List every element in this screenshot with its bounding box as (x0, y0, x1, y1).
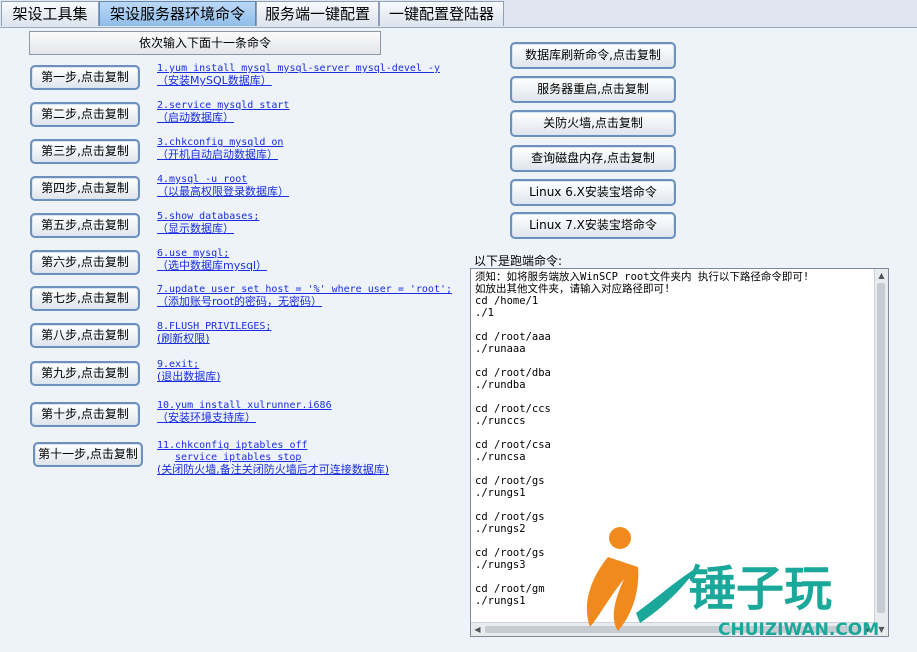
step-4-copy-button[interactable]: 第四步,点击复制 (30, 176, 140, 201)
disk-memory-copy-button[interactable]: 查询磁盘内存,点击复制 (510, 145, 676, 172)
output-label: 以下是跑端命令: (474, 254, 563, 268)
step-3-copy-button[interactable]: 第三步,点击复制 (30, 139, 140, 164)
scroll-thumb[interactable] (877, 283, 885, 613)
step-5-copy-button[interactable]: 第五步,点击复制 (30, 213, 140, 238)
step-3-command[interactable]: 3.chkconfig mysqld on （开机自动启动数据库） (157, 137, 283, 161)
step-8-command[interactable]: 8.FLUSH PRIVILEGES; (刷新权限) (157, 321, 271, 345)
output-textbox[interactable]: 须知：如将服务端放入WinSCP root文件夹内 执行以下路径命令即可! 如放… (470, 268, 889, 637)
scroll-down-icon[interactable]: ▼ (875, 623, 888, 636)
step-command-description[interactable]: （安装环境支持库） (157, 412, 332, 424)
step-8-copy-button[interactable]: 第八步,点击复制 (30, 323, 140, 348)
step-2-command[interactable]: 2.service mysqld start （启动数据库） (157, 100, 289, 124)
step-2-copy-button[interactable]: 第二步,点击复制 (30, 102, 140, 127)
vertical-scrollbar[interactable]: ▲ ▼ (874, 269, 888, 636)
firewall-off-copy-button[interactable]: 关防火墙,点击复制 (510, 110, 676, 137)
step-command-description[interactable]: (刷新权限) (157, 333, 271, 345)
step-11-copy-button[interactable]: 第十一步,点击复制 (33, 442, 143, 467)
step-command-description[interactable]: （选中数据库mysql） (157, 260, 267, 272)
step-9-copy-button[interactable]: 第九步,点击复制 (30, 361, 140, 386)
step-command-description[interactable]: （显示数据库） (157, 223, 259, 235)
horizontal-scrollbar[interactable]: ◀ ▶ (471, 622, 875, 636)
step-7-copy-button[interactable]: 第七步,点击复制 (30, 286, 140, 311)
scroll-up-icon[interactable]: ▲ (875, 269, 888, 282)
step-command-description[interactable]: (关闭防火墙,备注关闭防火墙后才可连接数据库) (157, 464, 389, 476)
step-11-command[interactable]: 11.chkconfig iptables off service iptable… (157, 440, 389, 476)
step-5-command[interactable]: 5.show databases; （显示数据库） (157, 211, 259, 235)
output-text: 须知：如将服务端放入WinSCP root文件夹内 执行以下路径命令即可! 如放… (475, 271, 810, 607)
scroll-right-icon[interactable]: ▶ (862, 623, 875, 636)
step-command-description[interactable]: （以最高权限登录数据库） (157, 186, 289, 198)
hscroll-thumb[interactable] (485, 626, 860, 633)
step-command-text[interactable]: 11.chkconfig iptables off (157, 440, 389, 452)
linux6-baota-button[interactable]: Linux 6.X安装宝塔命令 (510, 179, 676, 206)
step-command-description[interactable]: （添加账号root的密码，无密码） (157, 296, 452, 308)
step-10-copy-button[interactable]: 第十步,点击复制 (30, 402, 140, 427)
step-command-description[interactable]: （开机自动启动数据库） (157, 149, 283, 161)
step-10-command[interactable]: 10.yum install xulrunner.i686 （安装环境支持库） (157, 400, 332, 424)
step-1-command[interactable]: 1.yum install mysql mysql-server mysql-d… (157, 63, 440, 87)
step-6-copy-button[interactable]: 第六步,点击复制 (30, 250, 140, 275)
tab-server-env-commands[interactable]: 架设服务器环境命令 (99, 1, 256, 26)
server-restart-copy-button[interactable]: 服务器重启,点击复制 (510, 76, 676, 103)
header-button[interactable]: 依次输入下面十一条命令 (29, 31, 381, 55)
tab-bar: 架设工具集 架设服务器环境命令 服务端一键配置 一键配置登陆器 (0, 0, 917, 28)
step-command-description[interactable]: （安装MySQL数据库） (157, 75, 440, 87)
tab-launcher-config[interactable]: 一键配置登陆器 (379, 1, 504, 26)
step-6-command[interactable]: 6.use mysql; （选中数据库mysql） (157, 248, 267, 272)
step-1-copy-button[interactable]: 第一步,点击复制 (30, 65, 140, 90)
db-refresh-copy-button[interactable]: 数据库刷新命令,点击复制 (510, 42, 676, 69)
linux7-baota-button[interactable]: Linux 7.X安装宝塔命令 (510, 212, 676, 239)
step-9-command[interactable]: 9.exit; (退出数据库) (157, 359, 221, 383)
tab-tools[interactable]: 架设工具集 (1, 1, 99, 26)
step-4-command[interactable]: 4.mysql -u root （以最高权限登录数据库） (157, 174, 289, 198)
scroll-left-icon[interactable]: ◀ (471, 623, 484, 636)
step-command-description[interactable]: （启动数据库） (157, 112, 289, 124)
step-7-command[interactable]: 7.update user set host = '%' where user … (157, 284, 452, 308)
step-command-description[interactable]: (退出数据库) (157, 371, 221, 383)
commands-panel: 依次输入下面十一条命令 第一步,点击复制 1.yum install mysql … (0, 28, 917, 652)
tab-server-config[interactable]: 服务端一键配置 (256, 1, 379, 26)
